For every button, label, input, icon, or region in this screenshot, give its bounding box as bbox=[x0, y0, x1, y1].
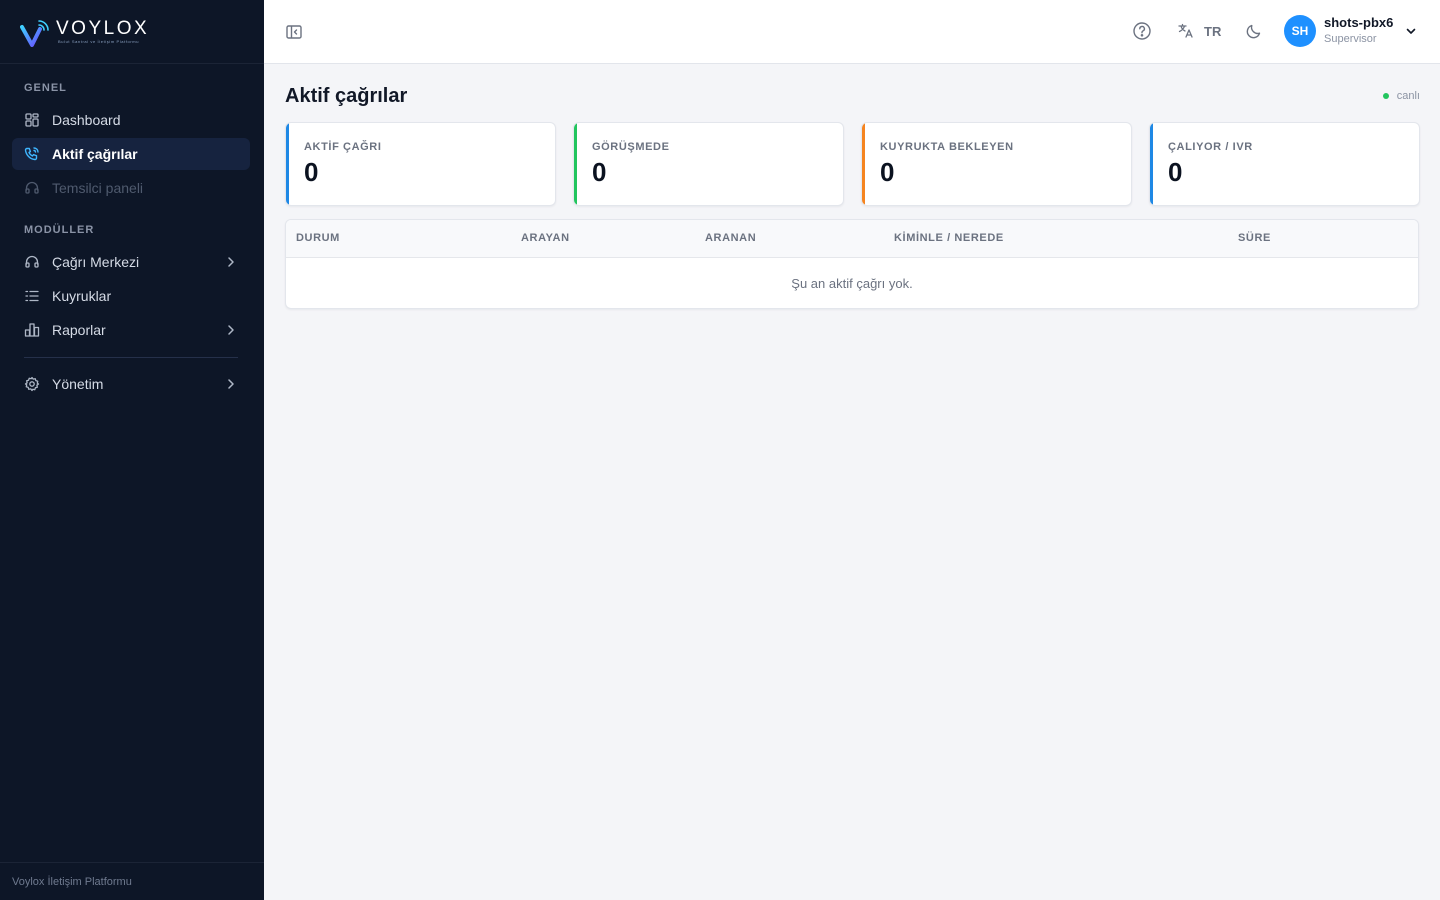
sidebar-item-active-calls[interactable]: Aktif çağrılar bbox=[12, 138, 250, 170]
card-accent bbox=[1150, 123, 1153, 205]
sidebar-item-label: Temsilci paneli bbox=[52, 180, 144, 196]
column-header-with-whom[interactable]: KİMİNLE / NEREDE bbox=[894, 232, 1004, 244]
language-code[interactable]: TR bbox=[1204, 24, 1221, 39]
sidebar-item-label: Yönetim bbox=[52, 376, 104, 392]
list-icon bbox=[24, 288, 40, 304]
sidebar-item-label: Aktif çağrılar bbox=[52, 146, 138, 162]
section-label-moduller: MODÜLLER bbox=[24, 224, 95, 236]
help-button[interactable] bbox=[1131, 20, 1153, 42]
sidebar-item-reports[interactable]: Raporlar bbox=[12, 314, 250, 346]
column-header-caller[interactable]: ARAYAN bbox=[521, 232, 570, 244]
sidebar-item-label: Dashboard bbox=[52, 112, 121, 128]
live-label: canlı bbox=[1396, 90, 1420, 102]
sidebar-footer: Voylox İletişim Platformu bbox=[0, 862, 264, 900]
page-title: Aktif çağrılar bbox=[285, 85, 408, 107]
active-calls-table: DURUM ARAYAN ARANAN KİMİNLE / NEREDE SÜR… bbox=[285, 219, 1419, 309]
sidebar-item-queues[interactable]: Kuyruklar bbox=[12, 280, 250, 312]
card-label: ÇALIYOR / IVR bbox=[1168, 141, 1253, 153]
card-label: KUYRUKTA BEKLEYEN bbox=[880, 141, 1014, 153]
column-header-status[interactable]: DURUM bbox=[296, 232, 340, 244]
card-value: 0 bbox=[304, 157, 319, 187]
sidebar: VOYLOX Bulut Santral ve İletişim Platfor… bbox=[0, 0, 264, 900]
sidebar-item-label: Kuyruklar bbox=[52, 288, 112, 304]
sidebar-toggle-button[interactable] bbox=[284, 22, 304, 42]
sidebar-divider bbox=[24, 357, 238, 358]
avatar[interactable]: SH bbox=[1284, 15, 1316, 47]
translate-icon bbox=[1178, 23, 1193, 38]
chevron-right-icon bbox=[228, 325, 234, 335]
help-icon bbox=[1133, 22, 1151, 40]
brand[interactable]: VOYLOX Bulut Santral ve İletişim Platfor… bbox=[0, 0, 264, 64]
stat-card-active-calls: AKTİF ÇAĞRI 0 bbox=[285, 122, 556, 206]
sidebar-item-agent-panel[interactable]: Temsilci paneli bbox=[12, 172, 250, 204]
table-header: DURUM ARAYAN ARANAN KİMİNLE / NEREDE SÜR… bbox=[286, 220, 1418, 258]
chevron-right-icon bbox=[228, 257, 234, 267]
chevron-down-icon[interactable] bbox=[1404, 24, 1418, 38]
live-indicator: canlı bbox=[1382, 90, 1420, 102]
sidebar-item-label: Çağrı Merkezi bbox=[52, 254, 140, 270]
language-button[interactable] bbox=[1175, 20, 1197, 42]
column-header-duration[interactable]: SÜRE bbox=[1238, 232, 1271, 244]
column-header-callee[interactable]: ARANAN bbox=[705, 232, 756, 244]
headset-icon bbox=[24, 180, 40, 196]
card-value: 0 bbox=[880, 157, 895, 187]
card-accent bbox=[574, 123, 577, 205]
topbar: TR SH shots-pbx6 Supervisor bbox=[264, 0, 1440, 64]
brand-tagline: Bulut Santral ve İletişim Platformu bbox=[58, 39, 140, 44]
sidebar-item-call-center[interactable]: Çağrı Merkezi bbox=[12, 246, 250, 278]
theme-toggle-button[interactable] bbox=[1243, 20, 1265, 42]
brand-name: VOYLOX bbox=[56, 18, 150, 39]
stat-card-in-conversation: GÖRÜŞMEDE 0 bbox=[573, 122, 844, 206]
chevron-right-icon bbox=[228, 379, 234, 389]
card-value: 0 bbox=[1168, 157, 1183, 187]
headset-icon bbox=[24, 254, 40, 270]
card-label: AKTİF ÇAĞRI bbox=[304, 141, 382, 153]
bar-chart-icon bbox=[24, 322, 40, 338]
sidebar-item-label: Raporlar bbox=[52, 322, 106, 338]
panel-collapse-icon bbox=[286, 25, 302, 39]
user-name[interactable]: shots-pbx6 bbox=[1324, 15, 1393, 30]
card-value: 0 bbox=[592, 157, 607, 187]
sidebar-item-management[interactable]: Yönetim bbox=[12, 368, 250, 400]
user-role: Supervisor bbox=[1324, 33, 1377, 45]
card-label: GÖRÜŞMEDE bbox=[592, 141, 670, 153]
grid-icon bbox=[24, 112, 40, 128]
stat-card-queued: KUYRUKTA BEKLEYEN 0 bbox=[861, 122, 1132, 206]
section-label-genel: GENEL bbox=[24, 82, 67, 94]
gear-icon bbox=[24, 376, 40, 392]
phone-icon bbox=[24, 146, 40, 162]
card-accent bbox=[862, 123, 865, 205]
voylox-logo-icon bbox=[20, 17, 54, 47]
stat-card-ringing-ivr: ÇALIYOR / IVR 0 bbox=[1149, 122, 1420, 206]
live-dot-icon bbox=[1382, 93, 1389, 99]
moon-icon bbox=[1246, 24, 1261, 39]
sidebar-item-dashboard[interactable]: Dashboard bbox=[12, 104, 250, 136]
table-empty-state: Şu an aktif çağrı yok. bbox=[791, 276, 913, 291]
card-accent bbox=[286, 123, 289, 205]
